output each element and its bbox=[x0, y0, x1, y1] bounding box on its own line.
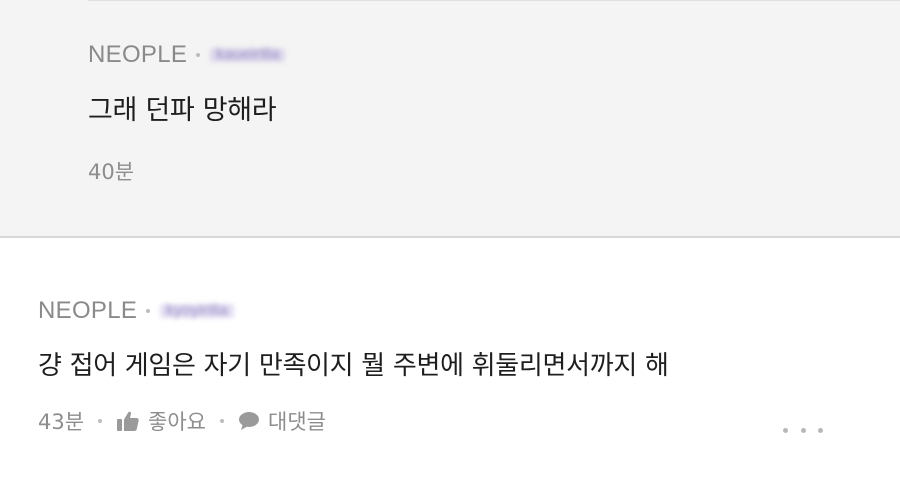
reply-user-id-blurred: kaueirilla bbox=[210, 47, 286, 63]
more-options-button[interactable] bbox=[783, 421, 823, 439]
comment-meta: NEOPLE kyoyirilla bbox=[38, 296, 234, 326]
like-button[interactable]: 좋아요 bbox=[116, 406, 206, 436]
speech-bubble-icon bbox=[239, 412, 260, 430]
comment-divider bbox=[0, 236, 900, 238]
more-dots-icon bbox=[818, 427, 823, 433]
reply-comment: NEOPLE kaueirilla 그래 던파 망해라 40분 bbox=[0, 0, 900, 236]
reply-button[interactable]: 대댓글 bbox=[238, 406, 326, 436]
reply-meta: NEOPLE kaueirilla bbox=[88, 40, 286, 70]
comment-actions: 43분 좋아요 대댓글 bbox=[38, 406, 326, 436]
meta-separator-dot bbox=[146, 309, 151, 313]
action-separator-dot bbox=[98, 419, 103, 423]
more-dots-icon bbox=[800, 427, 806, 433]
reply-author-name[interactable]: NEOPLE bbox=[88, 41, 187, 69]
reply-top-divider bbox=[88, 0, 900, 1]
reply-label: 대댓글 bbox=[268, 410, 326, 434]
more-dots-icon bbox=[783, 427, 788, 433]
comment-time: 43분 bbox=[38, 410, 85, 434]
meta-separator-dot bbox=[196, 53, 201, 57]
reply-text: 그래 던파 망해라 bbox=[88, 95, 277, 126]
reply-time: 40분 bbox=[88, 160, 135, 184]
like-label: 좋아요 bbox=[148, 410, 207, 434]
comment-text: 걍 접어 게임은 자기 만족이지 뭘 주변에 휘둘리면서까지 해 bbox=[38, 351, 669, 381]
comment-author-name[interactable]: NEOPLE bbox=[38, 297, 137, 325]
comment-user-id-blurred: kyoyirilla bbox=[160, 303, 234, 319]
action-separator-dot bbox=[220, 419, 225, 423]
thumbs-up-icon bbox=[117, 411, 139, 431]
